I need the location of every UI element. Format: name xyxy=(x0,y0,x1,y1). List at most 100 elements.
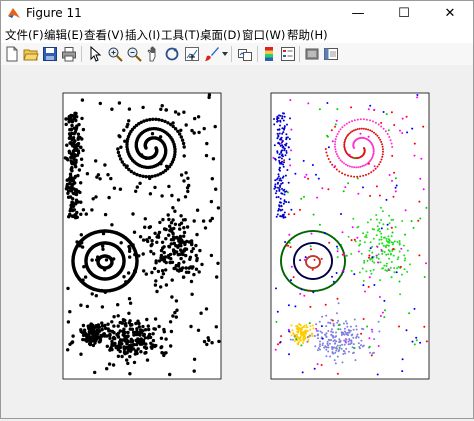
menu-help[interactable]: 帮助(H) xyxy=(287,27,328,43)
data-point xyxy=(68,310,72,314)
scatter-figure[interactable] xyxy=(1,65,473,418)
data-point xyxy=(342,190,345,193)
data-point xyxy=(153,283,158,287)
data-point xyxy=(110,107,114,111)
data-point xyxy=(381,311,384,314)
data-point xyxy=(386,223,389,226)
data-point xyxy=(170,295,174,299)
data-point xyxy=(381,252,384,255)
data-point xyxy=(179,256,183,261)
data-point xyxy=(100,305,105,309)
zoom-out-icon[interactable] xyxy=(126,46,142,62)
data-point xyxy=(377,257,380,260)
data-point xyxy=(282,155,284,158)
pointer-icon[interactable] xyxy=(87,46,103,62)
data-point xyxy=(148,192,153,196)
data-point xyxy=(139,350,143,354)
menu-file[interactable]: 文件(F) xyxy=(5,27,44,43)
data-point xyxy=(170,193,174,198)
data-point xyxy=(336,347,338,350)
brush-icon[interactable] xyxy=(204,46,220,62)
data-point xyxy=(375,214,378,216)
link-plot-icon[interactable] xyxy=(237,46,253,62)
brush-dropdown-icon[interactable] xyxy=(222,51,228,57)
data-point xyxy=(278,188,281,191)
menu-desktop[interactable]: 桌面(D) xyxy=(200,27,241,43)
data-point xyxy=(77,122,81,127)
data-point xyxy=(341,343,343,346)
data-point xyxy=(134,349,138,353)
data-point xyxy=(394,190,397,193)
data-point xyxy=(405,329,408,332)
new-figure-icon[interactable] xyxy=(4,46,20,62)
data-point xyxy=(184,266,188,270)
pan-icon[interactable] xyxy=(145,46,161,62)
data-point xyxy=(105,367,109,371)
data-point xyxy=(352,343,355,346)
minimize-button[interactable]: — xyxy=(335,1,381,25)
menu-edit[interactable]: 编辑(E) xyxy=(44,27,83,43)
data-point xyxy=(159,256,163,260)
data-point xyxy=(318,320,321,323)
data-point xyxy=(147,327,151,332)
maximize-button[interactable]: ☐ xyxy=(381,1,427,25)
data-point xyxy=(173,209,177,213)
data-point xyxy=(392,218,395,221)
data-point xyxy=(185,225,190,229)
data-point xyxy=(356,226,359,229)
data-point xyxy=(334,138,337,141)
data-point xyxy=(126,271,131,275)
data-point xyxy=(73,162,77,167)
data-point xyxy=(179,214,183,218)
open-file-icon[interactable] xyxy=(23,46,39,62)
data-point xyxy=(336,344,339,347)
menu-view[interactable]: 查看(V) xyxy=(84,27,124,43)
menu-insert[interactable]: 插入(I) xyxy=(125,27,160,43)
data-point xyxy=(334,145,336,148)
menu-tools[interactable]: 工具(T) xyxy=(161,27,200,43)
title-bar[interactable]: Figure 11 — ☐ ✕ xyxy=(1,1,473,25)
data-point xyxy=(353,157,356,160)
zoom-in-icon[interactable] xyxy=(107,46,123,62)
data-point xyxy=(413,142,416,145)
data-point xyxy=(356,128,359,131)
data-point xyxy=(128,354,132,359)
legend-icon[interactable] xyxy=(280,46,296,62)
data-point xyxy=(122,346,126,350)
data-point xyxy=(329,339,331,342)
data-point xyxy=(336,155,339,158)
rotate-3d-icon[interactable] xyxy=(164,46,180,62)
data-point xyxy=(133,352,137,356)
data-point xyxy=(278,159,281,162)
data-point xyxy=(160,104,164,108)
data-point xyxy=(357,342,360,345)
data-point xyxy=(347,334,349,337)
data-cursor-icon[interactable] xyxy=(184,46,200,62)
close-button[interactable]: ✕ xyxy=(427,1,473,25)
save-icon[interactable] xyxy=(42,46,58,62)
hide-plot-tools-icon[interactable] xyxy=(304,46,320,62)
data-point xyxy=(131,212,135,216)
data-point xyxy=(276,137,279,140)
data-point xyxy=(348,331,351,334)
menu-window[interactable]: 窗口(W) xyxy=(242,27,285,43)
show-plot-tools-icon[interactable] xyxy=(323,46,339,62)
data-point xyxy=(103,212,108,217)
data-point xyxy=(318,345,321,348)
colorbar-icon[interactable] xyxy=(261,46,277,62)
data-point xyxy=(138,181,142,185)
data-point xyxy=(108,332,112,337)
data-point xyxy=(275,190,278,192)
data-point xyxy=(398,250,401,253)
data-point xyxy=(69,152,74,156)
data-point xyxy=(142,269,146,273)
print-icon[interactable] xyxy=(61,46,77,62)
data-point xyxy=(403,254,406,257)
data-point xyxy=(309,245,312,248)
data-point xyxy=(119,241,123,245)
data-point xyxy=(136,331,140,335)
data-point xyxy=(194,243,198,248)
figure-canvas[interactable] xyxy=(1,65,473,418)
data-point xyxy=(348,121,351,124)
data-point xyxy=(84,212,89,216)
